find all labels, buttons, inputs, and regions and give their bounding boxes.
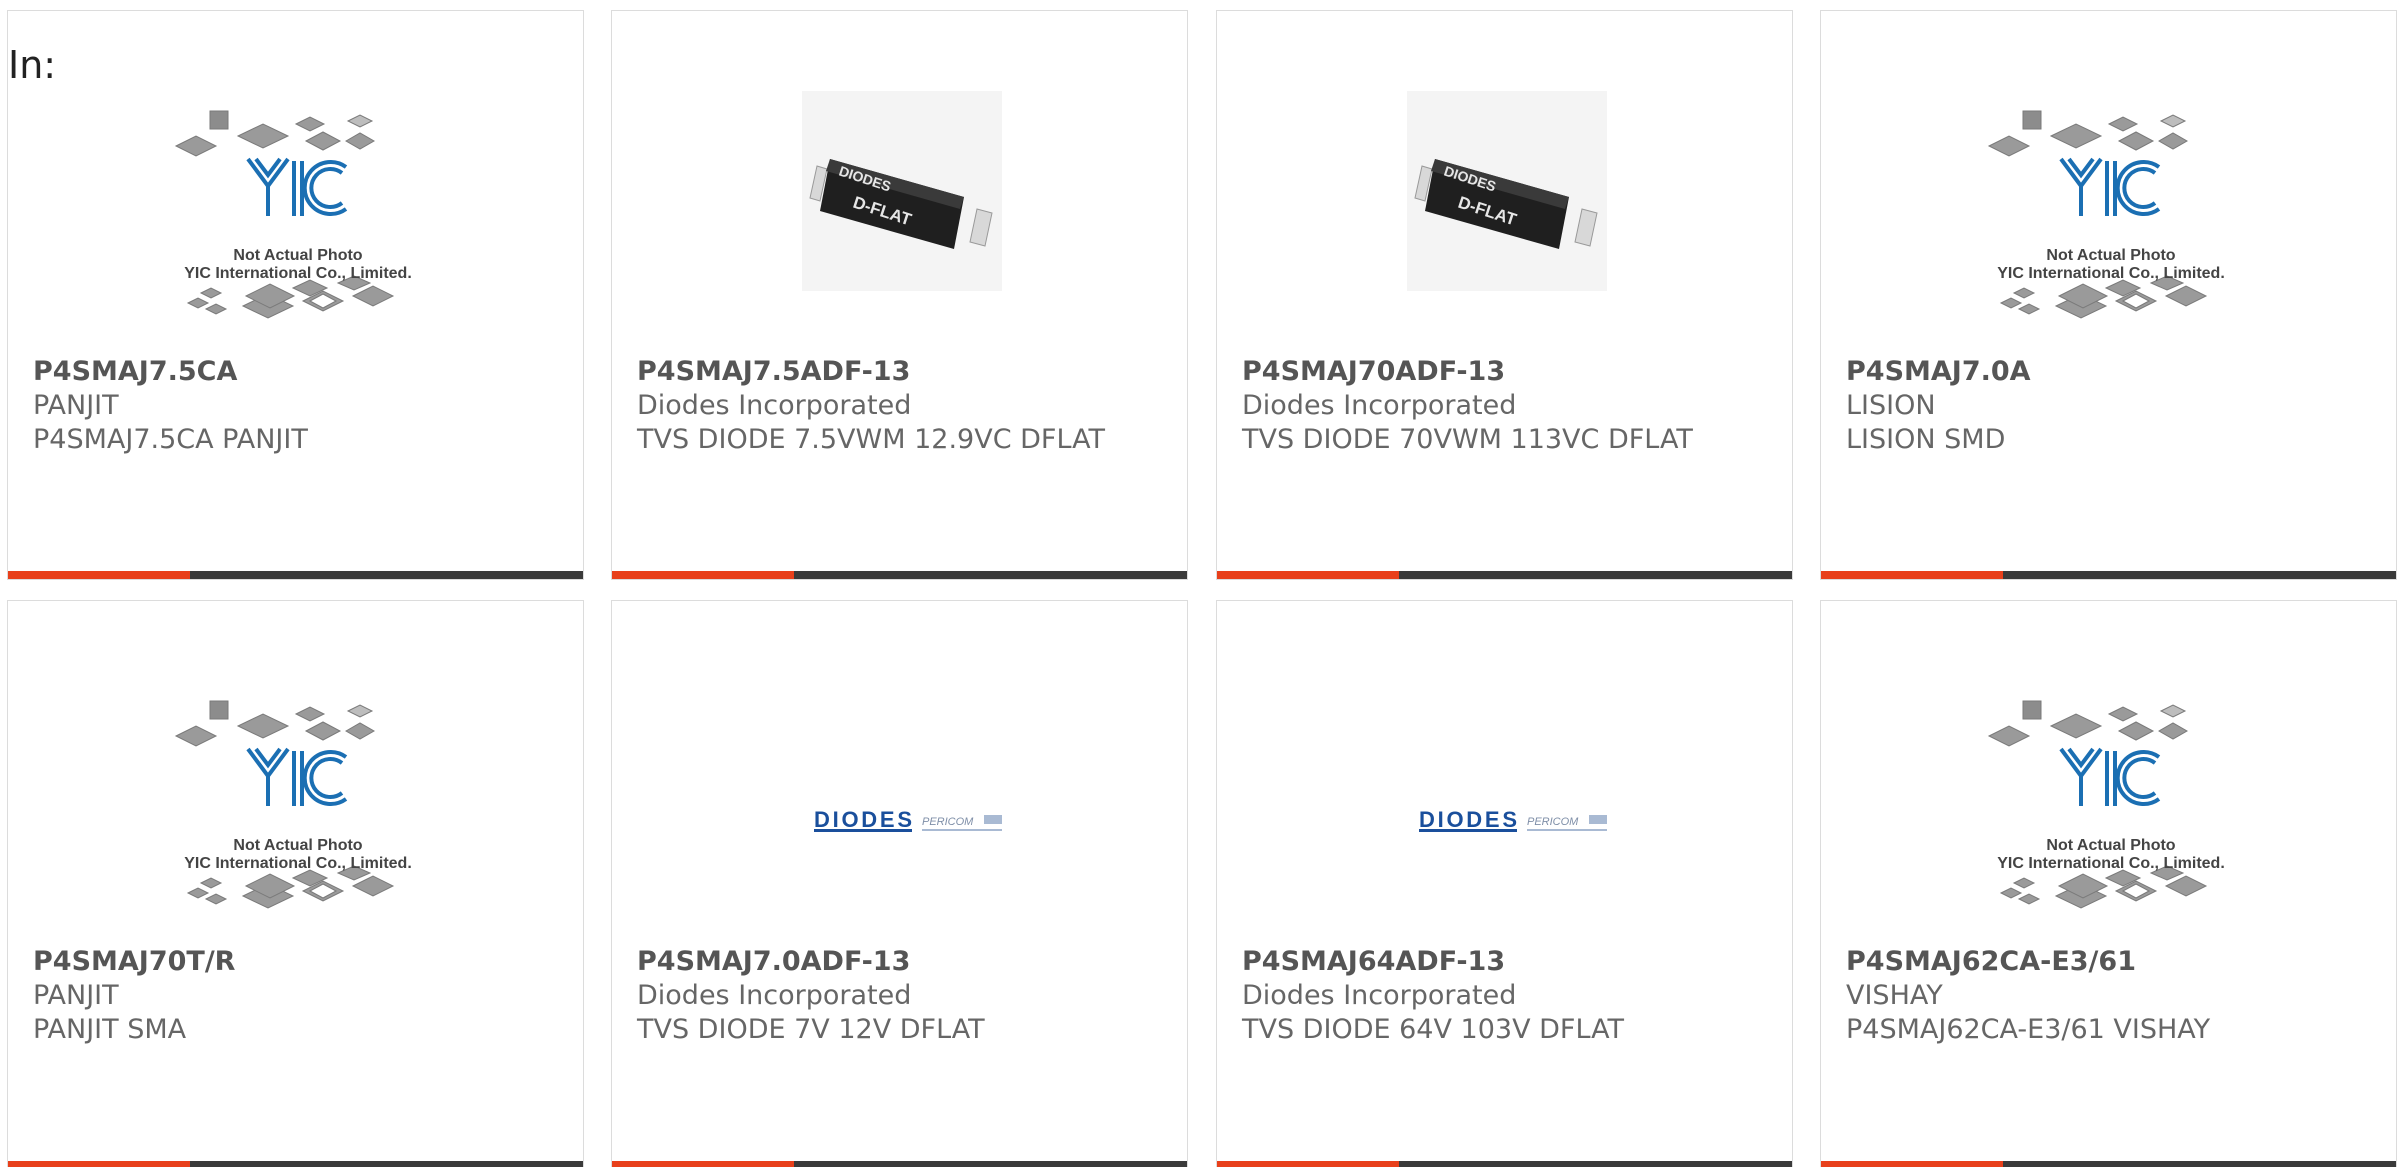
product-description: P4SMAJ7.5CA PANJIT [33, 424, 308, 455]
product-card[interactable]: Not Actual Photo YIC International Co., … [7, 10, 584, 580]
svg-text:PERICOM: PERICOM [1527, 816, 1579, 828]
product-description: PANJIT SMA [33, 1014, 187, 1045]
product-grid-page: In: Not Actual Photo YIC International C… [0, 0, 2400, 1167]
part-number[interactable]: P4SMAJ7.5CA [33, 355, 558, 389]
card-bottom-bar [1821, 1161, 2396, 1167]
product-info: P4SMAJ62CA-E3/61 VISHAY P4SMAJ62CA-E3/61… [1846, 945, 2371, 1047]
part-number[interactable]: P4SMAJ7.5ADF-13 [637, 355, 1162, 389]
manufacturer: LISION [1846, 390, 1936, 421]
product-photo: Not Actual Photo YIC International Co., … [1987, 109, 2225, 320]
product-card[interactable]: DIODES D-FLAT P4SMAJ70ADF-13 Diodes Inco… [1216, 10, 1793, 580]
product-description: TVS DIODE 70VWM 113VC DFLAT [1242, 424, 1693, 455]
card-bottom-bar [8, 571, 583, 579]
product-info: P4SMAJ64ADF-13 Diodes Incorporated TVS D… [1242, 945, 1767, 1047]
product-photo: Not Actual Photo YIC International Co., … [174, 109, 412, 320]
product-photo: Not Actual Photo YIC International Co., … [1987, 699, 2225, 910]
card-bottom-bar [1821, 571, 2396, 579]
svg-text:Not Actual Photo: Not Actual Photo [233, 247, 362, 264]
product-info: P4SMAJ70ADF-13 Diodes Incorporated TVS D… [1242, 355, 1767, 457]
manufacturer: Diodes Incorporated [637, 980, 912, 1011]
product-info: P4SMAJ7.0ADF-13 Diodes Incorporated TVS … [637, 945, 1162, 1047]
manufacturer: PANJIT [33, 390, 119, 421]
product-card[interactable]: Not Actual Photo YIC International Co., … [1820, 10, 2397, 580]
manufacturer: PANJIT [33, 980, 119, 1011]
product-photo: DIODES D-FLAT [801, 91, 1003, 292]
product-description: P4SMAJ62CA-E3/61 VISHAY [1846, 1014, 2211, 1045]
part-number[interactable]: P4SMAJ70ADF-13 [1242, 355, 1767, 389]
product-info: P4SMAJ7.5CA PANJIT P4SMAJ7.5CA PANJIT [33, 355, 558, 457]
part-number[interactable]: P4SMAJ7.0A [1846, 355, 2371, 389]
part-number[interactable]: P4SMAJ62CA-E3/61 [1846, 945, 2371, 979]
part-number[interactable]: P4SMAJ70T/R [33, 945, 558, 979]
product-description: TVS DIODE 64V 103V DFLAT [1242, 1014, 1624, 1045]
manufacturer: Diodes Incorporated [1242, 390, 1517, 421]
svg-text:DIODES: DIODES [814, 807, 912, 832]
part-number[interactable]: P4SMAJ7.0ADF-13 [637, 945, 1162, 979]
product-description: TVS DIODE 7.5VWM 12.9VC DFLAT [637, 424, 1105, 455]
product-photo: DIODES D-FLAT [1406, 91, 1608, 292]
product-card[interactable]: DIODES PERICOM P4SMAJ7.0ADF-13 Diodes In… [611, 600, 1188, 1167]
manufacturer: Diodes Incorporated [1242, 980, 1517, 1011]
product-info: P4SMAJ7.0A LISION LISION SMD [1846, 355, 2371, 457]
product-photo: Not Actual Photo YIC International Co., … [174, 699, 412, 910]
in-label: In: [8, 43, 57, 87]
product-photo: DIODES PERICOM [814, 807, 1002, 832]
svg-text:Not Actual Photo: Not Actual Photo [2046, 837, 2175, 854]
product-info: P4SMAJ70T/R PANJIT PANJIT SMA [33, 945, 558, 1047]
manufacturer: VISHAY [1846, 980, 1943, 1011]
svg-text:YIC International Co., Limited: YIC International Co., Limited. [1997, 265, 2225, 282]
svg-text:YIC International Co., Limited: YIC International Co., Limited. [184, 265, 412, 282]
card-bottom-bar [612, 1161, 1187, 1167]
part-number[interactable]: P4SMAJ64ADF-13 [1242, 945, 1767, 979]
card-bottom-bar [8, 1161, 583, 1167]
product-card[interactable]: DIODES D-FLAT P4SMAJ7.5ADF-13 Diodes Inc… [611, 10, 1188, 580]
svg-text:PERICOM: PERICOM [922, 816, 974, 828]
svg-text:YIC International Co., Limited: YIC International Co., Limited. [1997, 855, 2225, 872]
product-info: P4SMAJ7.5ADF-13 Diodes Incorporated TVS … [637, 355, 1162, 457]
svg-text:YIC International Co., Limited: YIC International Co., Limited. [184, 855, 412, 872]
card-bottom-bar [612, 571, 1187, 579]
manufacturer: Diodes Incorporated [637, 390, 912, 421]
svg-text:Not Actual Photo: Not Actual Photo [2046, 247, 2175, 264]
svg-text:Not Actual Photo: Not Actual Photo [233, 837, 362, 854]
product-photo: DIODES PERICOM [1419, 807, 1607, 832]
product-card[interactable]: DIODES PERICOM P4SMAJ64ADF-13 Diodes Inc… [1216, 600, 1793, 1167]
product-card[interactable]: Not Actual Photo YIC International Co., … [1820, 600, 2397, 1167]
product-description: TVS DIODE 7V 12V DFLAT [637, 1014, 985, 1045]
card-bottom-bar [1217, 571, 1792, 579]
product-card[interactable]: Not Actual Photo YIC International Co., … [7, 600, 584, 1167]
product-description: LISION SMD [1846, 424, 2006, 455]
svg-text:DIODES: DIODES [1419, 807, 1517, 832]
card-bottom-bar [1217, 1161, 1792, 1167]
